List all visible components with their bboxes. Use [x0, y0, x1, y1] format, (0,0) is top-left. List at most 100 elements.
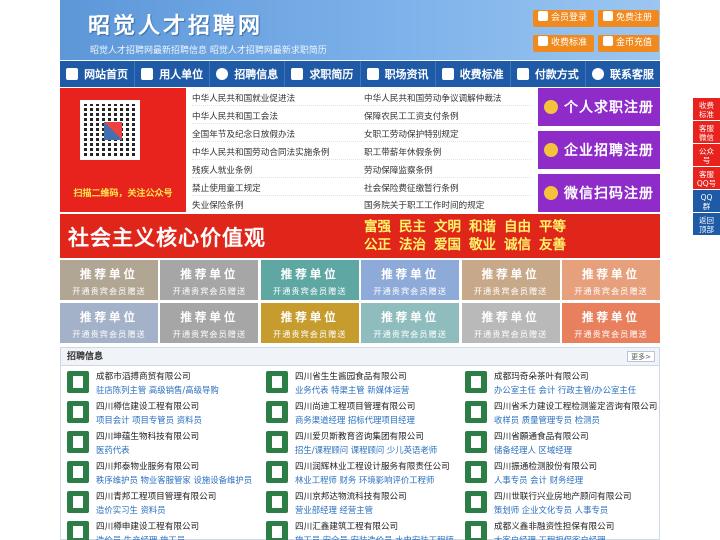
recommend-tile[interactable]: 推荐单位 开通贵宾会员赠送 — [160, 260, 259, 300]
company-name[interactable]: 成都市滔搏商贸有限公司 — [96, 370, 191, 382]
job-seeker-register-button[interactable]: 个人求职注册 — [538, 88, 660, 126]
tile-title: 推荐单位 — [481, 310, 540, 324]
company-name[interactable]: 四川坤蕴生物科技有限公司 — [96, 430, 199, 442]
company-jobs[interactable]: 策划师 企业文化专员 人事专员 — [494, 504, 608, 516]
recommend-tile[interactable]: 推荐单位 开通贵宾会员赠送 — [461, 260, 560, 300]
law-link[interactable]: 女职工劳动保护特别规定 — [364, 128, 459, 140]
recommend-tile[interactable]: 推荐单位 开通贵宾会员赠送 — [160, 303, 259, 343]
company-name[interactable]: 成都义鑫非融资性担保有限公司 — [494, 520, 614, 532]
nav-fees[interactable]: 收费标准 — [436, 61, 511, 87]
law-link[interactable]: 残疾人就业条例 — [192, 164, 252, 176]
float-button[interactable]: 返回 顶部 — [693, 213, 720, 235]
company-icon — [266, 521, 288, 540]
company-jobs[interactable]: 招生/课程顾问 课程顾问 少儿英语老师 — [295, 444, 437, 456]
company-jobs[interactable]: 大客户经理 工程担保客户经理 — [494, 534, 606, 540]
company-item: 四川青邦工程项目管理有限公司 造价实习生 资料员 — [63, 488, 259, 518]
company-item: 四川世联行兴业房地产顾问有限公司 策划师 企业文化专员 人事专员 — [461, 488, 657, 518]
qr-caption: 扫描二维码，关注公众号 — [73, 189, 173, 199]
nav-contact[interactable]: 联系客服 — [586, 61, 660, 87]
recommend-tile[interactable]: 推荐单位 开通贵宾会员赠送 — [461, 303, 560, 343]
company-name[interactable]: 四川樽申建设工程有限公司 — [96, 520, 199, 532]
company-jobs[interactable]: 办公室主任 会计 行政主管/办公室主任 — [494, 384, 636, 396]
recommend-tile[interactable]: 推荐单位 开通贵宾会员赠送 — [60, 260, 158, 300]
fee-standard-button[interactable]: 收费标准 — [533, 35, 595, 52]
company-jobs[interactable]: 林业工程师 财务 环境影响评价工程师 — [295, 474, 434, 486]
law-link[interactable]: 中华人民共和国工会法 — [192, 110, 278, 122]
company-jobs[interactable]: 业务代表 特渠主管 新媒体运营 — [295, 384, 409, 396]
company-name[interactable]: 成都玛奇朵茶叶有限公司 — [494, 370, 589, 382]
float-button[interactable]: 收费 标准 — [693, 98, 720, 120]
nav-payment[interactable]: 付款方式 — [511, 61, 586, 87]
recommend-tile[interactable]: 推荐单位 开通贵宾会员赠送 — [260, 260, 359, 300]
company-name[interactable]: 四川省生生酱园食品有限公司 — [295, 370, 407, 382]
company-name[interactable]: 四川汇鑫建筑工程有限公司 — [295, 520, 398, 532]
company-jobs[interactable]: 收样员 质量管理专员 检测员 — [494, 414, 600, 426]
law-link[interactable]: 禁止使用童工规定 — [192, 182, 261, 194]
employer-register-button[interactable]: 企业招聘注册 — [538, 131, 660, 169]
nav-resumes[interactable]: 求职简历 — [285, 61, 361, 87]
company-icon — [465, 431, 487, 453]
login-button[interactable]: 会员登录 — [533, 10, 595, 27]
company-name[interactable]: 四川邦泰物业服务有限公司 — [96, 460, 199, 472]
company-name[interactable]: 四川振通检测股份有限公司 — [494, 460, 597, 472]
float-button[interactable]: 公众 号 — [693, 144, 720, 166]
recommend-tile[interactable]: 推荐单位 开通贵宾会员赠送 — [361, 303, 460, 343]
company-jobs[interactable]: 施工员 安全员 安装造价员 水电安装工程师 — [295, 534, 454, 540]
wechat-register-button[interactable]: 微信扫码注册 — [538, 174, 660, 212]
nav-employers[interactable]: 用人单位 — [135, 61, 211, 87]
coin-recharge-button[interactable]: 金币充值 — [598, 35, 660, 52]
law-link[interactable]: 职工带薪年休假条例 — [364, 146, 441, 158]
law-link[interactable]: 全国年节及纪念日放假办法 — [192, 128, 295, 140]
law-link[interactable]: 中华人民共和国劳动合同法实施条例 — [192, 146, 330, 158]
company-name[interactable]: 四川爱贝斯教育咨询集团有限公司 — [295, 430, 424, 442]
float-button[interactable]: QQ 群 — [693, 190, 720, 212]
tile-title: 推荐单位 — [180, 310, 239, 324]
recommend-tile[interactable]: 推荐单位 开通贵宾会员赠送 — [562, 260, 660, 300]
company-jobs[interactable]: 医药代表 — [96, 444, 130, 456]
recommend-tile[interactable]: 推荐单位 开通贵宾会员赠送 — [361, 260, 460, 300]
float-button[interactable]: 客服 微信 — [693, 121, 720, 143]
more-button[interactable]: 更多> — [627, 351, 655, 362]
company-icon — [266, 461, 288, 483]
company-name[interactable]: 四川樽信建设工程有限公司 — [96, 400, 199, 412]
law-link[interactable]: 保障农民工工资支付条例 — [364, 110, 459, 122]
company-name[interactable]: 四川尚迪工程项目管理有限公司 — [295, 400, 415, 412]
company-name[interactable]: 四川世联行兴业房地产顾问有限公司 — [494, 490, 632, 502]
company-jobs[interactable]: 商务渠道经理 招标代理项目经理 — [295, 414, 415, 426]
law-link[interactable]: 劳动保障监察条例 — [364, 164, 433, 176]
law-link[interactable]: 中华人民共和国劳动争议调解仲裁法 — [364, 92, 502, 104]
company-name[interactable]: 四川省願通食品有限公司 — [494, 430, 589, 442]
company-jobs[interactable]: 项目会计 项目专管员 资料员 — [96, 414, 202, 426]
recommend-tile[interactable]: 推荐单位 开通贵宾会员赠送 — [60, 303, 158, 343]
tile-title: 推荐单位 — [80, 310, 138, 324]
company-name[interactable]: 四川润辉林业工程设计服务有限责任公司 — [295, 460, 450, 472]
company-name[interactable]: 四川省禾力建设工程检测鉴定咨询有限公司 — [494, 400, 657, 412]
recommend-tile[interactable]: 推荐单位 开通贵宾会员赠送 — [562, 303, 660, 343]
float-button[interactable]: 客服 QQ号 — [693, 167, 720, 189]
company-jobs[interactable]: 造价实习生 资料员 — [96, 504, 166, 516]
qr-logo — [104, 122, 122, 140]
company-jobs[interactable]: 人事专员 会计 财务经理 — [494, 474, 583, 486]
banner-title: 社会主义核心价值观 — [68, 226, 266, 250]
company-name[interactable]: 四川青邦工程项目管理有限公司 — [96, 490, 216, 502]
company-jobs[interactable]: 驻店陈列主管 高级销售/高级导购 — [96, 384, 219, 396]
law-link[interactable]: 社会保险费征缴暂行条例 — [364, 182, 459, 194]
nav-jobs[interactable]: 招聘信息 — [210, 61, 286, 87]
site-title[interactable]: 昭觉人才招聘网 — [88, 8, 263, 40]
company-jobs[interactable]: 储备经理人 区域经理 — [494, 444, 572, 456]
company-jobs[interactable]: 秩序维护员 物业客服管家 设施设备维护员 — [96, 474, 252, 486]
nav-news[interactable]: 职场资讯 — [361, 61, 436, 87]
law-link[interactable]: 国务院关于职工工作时间的规定 — [364, 199, 484, 211]
law-link[interactable]: 中华人民共和国就业促进法 — [192, 92, 295, 104]
company-jobs[interactable]: 营业部经理 经营主管 — [295, 504, 373, 516]
company-jobs[interactable]: 造价员 生产经理 施工员 — [96, 534, 185, 540]
company-item: 四川汇鑫建筑工程有限公司施工员 安全员 安装造价员 水电安装工程师 — [262, 518, 458, 540]
register-button[interactable]: 免费注册 — [598, 10, 660, 27]
company-item: 成都义鑫非融资性担保有限公司大客户经理 工程担保客户经理 — [461, 518, 657, 540]
nav-home[interactable]: 网站首页 — [60, 61, 136, 87]
recommend-tile[interactable]: 推荐单位 开通贵宾会员赠送 — [260, 303, 359, 343]
company-name[interactable]: 四川京邦达物流科技有限公司 — [295, 490, 407, 502]
banner-values: 富强 民主 文明 和谐 自由 平等 公正 法治 爱国 敬业 诚信 友善 — [364, 219, 566, 253]
register-icon — [603, 11, 613, 21]
law-link[interactable]: 失业保险条例 — [192, 199, 244, 211]
